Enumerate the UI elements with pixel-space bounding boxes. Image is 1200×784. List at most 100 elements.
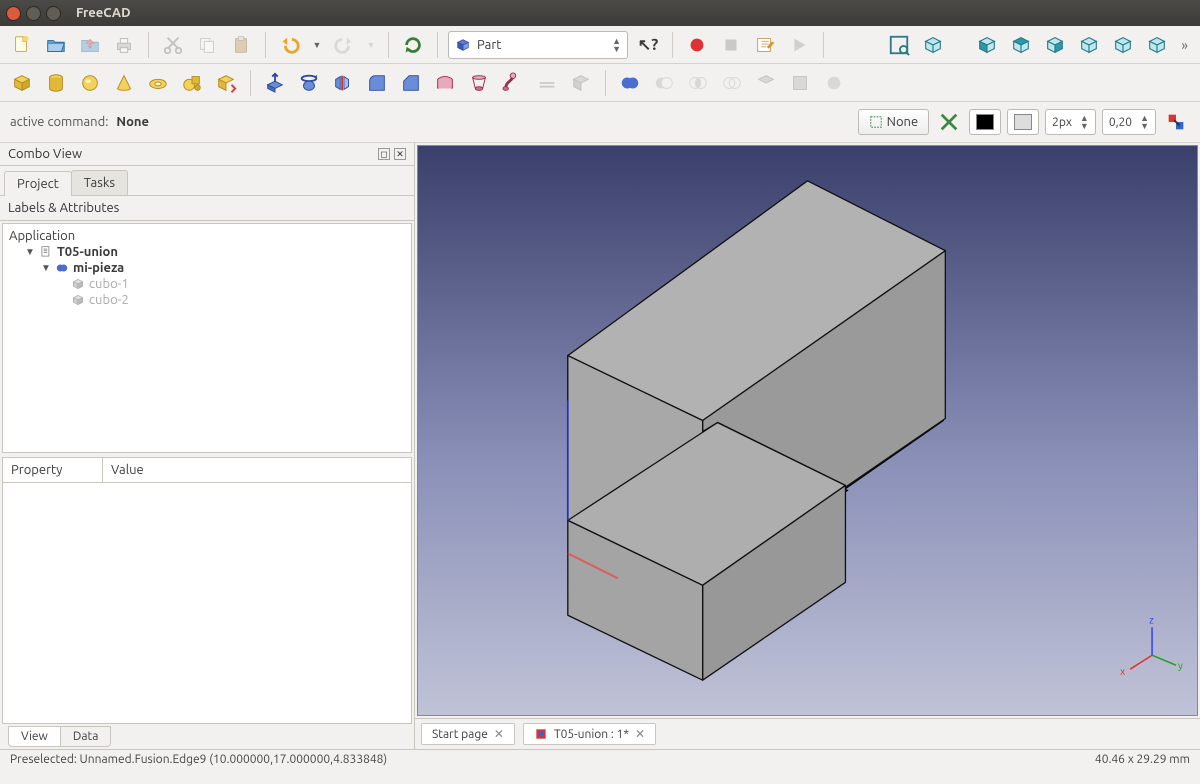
fillet-button[interactable] bbox=[363, 69, 391, 97]
cut-button[interactable] bbox=[159, 31, 187, 59]
chamfer-button[interactable] bbox=[397, 69, 425, 97]
save-button[interactable] bbox=[76, 31, 104, 59]
line-color-swatch[interactable] bbox=[969, 109, 1001, 135]
combo-view-title: Combo View bbox=[8, 147, 82, 161]
macro-edit-button[interactable] bbox=[751, 31, 779, 59]
right-view-button[interactable] bbox=[1041, 31, 1069, 59]
tree-root[interactable]: Application bbox=[9, 228, 407, 244]
toolbar-part bbox=[0, 64, 1200, 102]
svg-text:y: y bbox=[1178, 660, 1183, 671]
macro-run-button[interactable] bbox=[785, 31, 813, 59]
open-button[interactable] bbox=[42, 31, 70, 59]
draft-none-label: None bbox=[887, 115, 919, 129]
boolean-section-button[interactable] bbox=[718, 69, 746, 97]
rear-view-button[interactable] bbox=[1075, 31, 1103, 59]
tab-project[interactable]: Project bbox=[4, 171, 72, 196]
new-document-button[interactable] bbox=[8, 31, 36, 59]
workbench-label: Part bbox=[477, 38, 501, 52]
window-titlebar: FreeCAD bbox=[0, 0, 1200, 26]
font-size-input[interactable]: 0,20▲▼ bbox=[1102, 109, 1156, 135]
revolve-button[interactable] bbox=[295, 69, 323, 97]
tree-fusion[interactable]: ▼ mi-pieza bbox=[41, 260, 407, 276]
dropdown-arrows-icon: ▲▼ bbox=[612, 37, 621, 53]
whats-this-button[interactable]: ↖? bbox=[634, 31, 662, 59]
toolbar-overflow-icon[interactable]: » bbox=[1177, 37, 1192, 53]
panel-close-icon[interactable]: ✕ bbox=[394, 148, 406, 160]
compound-button[interactable] bbox=[752, 69, 780, 97]
tree-expander-icon[interactable]: ▼ bbox=[41, 262, 51, 274]
ruled-surface-button[interactable] bbox=[431, 69, 459, 97]
macro-record-button[interactable] bbox=[683, 31, 711, 59]
boolean-cut-button[interactable] bbox=[650, 69, 678, 97]
part-builder-button[interactable] bbox=[212, 69, 240, 97]
property-col-header[interactable]: Property bbox=[3, 458, 103, 482]
mirror-button[interactable] bbox=[329, 69, 357, 97]
boolean-common-button[interactable] bbox=[684, 69, 712, 97]
tree-cube-2[interactable]: cubo-2 bbox=[57, 292, 407, 308]
active-command-label: active command: bbox=[10, 115, 108, 129]
thickness-button[interactable] bbox=[567, 69, 595, 97]
copy-button[interactable] bbox=[193, 31, 221, 59]
extrude-button[interactable] bbox=[261, 69, 289, 97]
property-table: Property Value bbox=[2, 457, 412, 724]
window-close-icon[interactable] bbox=[6, 6, 21, 21]
toolbar-file: ▼ ▼ Part ▲▼ ↖? » bbox=[0, 26, 1200, 64]
apply-style-button[interactable] bbox=[1162, 108, 1190, 136]
offset-button[interactable] bbox=[533, 69, 561, 97]
part-box-button[interactable] bbox=[8, 69, 36, 97]
refresh-button[interactable] bbox=[399, 31, 427, 59]
window-maximize-icon[interactable] bbox=[46, 6, 61, 21]
axonometric-view-button[interactable] bbox=[919, 31, 947, 59]
undo-menu-button[interactable]: ▼ bbox=[310, 31, 324, 59]
undo-button[interactable] bbox=[276, 31, 304, 59]
close-tab-icon[interactable]: ✕ bbox=[635, 727, 645, 741]
tab-document-view[interactable]: T05-union : 1* ✕ bbox=[523, 723, 656, 745]
part-cone-button[interactable] bbox=[110, 69, 138, 97]
top-view-button[interactable] bbox=[1007, 31, 1035, 59]
bottom-view-button[interactable] bbox=[1109, 31, 1137, 59]
value-col-header[interactable]: Value bbox=[103, 458, 152, 482]
status-bar: Preselected: Unnamed.Fusion.Edge9 (10.00… bbox=[0, 749, 1200, 769]
close-tab-icon[interactable]: ✕ bbox=[494, 727, 504, 741]
panel-float-icon[interactable]: ◻ bbox=[378, 148, 390, 160]
window-minimize-icon[interactable] bbox=[26, 6, 41, 21]
3d-model-render-overlay: z y x bbox=[418, 146, 1197, 715]
tree-cube-1[interactable]: cubo-1 bbox=[57, 276, 407, 292]
mdi-tabs: Start page ✕ T05-union : 1* ✕ bbox=[415, 718, 1200, 749]
model-tree[interactable]: Application ▼ T05-union ▼ mi-pieza cubo-… bbox=[2, 223, 412, 453]
tree-header: Labels & Attributes bbox=[0, 196, 414, 221]
freecad-doc-icon bbox=[534, 727, 548, 741]
macro-stop-button[interactable] bbox=[717, 31, 745, 59]
part-refine-button[interactable] bbox=[820, 69, 848, 97]
active-command-bar: active command: None None 2px▲▼ 0,20▲▼ bbox=[0, 102, 1200, 143]
line-width-input[interactable]: 2px▲▼ bbox=[1045, 109, 1096, 135]
fit-all-button[interactable] bbox=[885, 31, 913, 59]
boolean-fuse-button[interactable] bbox=[616, 69, 644, 97]
workbench-selector[interactable]: Part ▲▼ bbox=[448, 31, 628, 59]
part-sphere-button[interactable] bbox=[76, 69, 104, 97]
cross-sections-button[interactable] bbox=[786, 69, 814, 97]
active-command-value: None bbox=[116, 115, 149, 129]
box-icon bbox=[71, 277, 85, 291]
paste-button[interactable] bbox=[227, 31, 255, 59]
tree-expander-icon[interactable]: ▼ bbox=[25, 246, 35, 258]
redo-button[interactable] bbox=[330, 31, 358, 59]
tree-document[interactable]: ▼ T05-union bbox=[25, 244, 407, 260]
tab-start-page[interactable]: Start page ✕ bbox=[421, 723, 515, 745]
loft-button[interactable] bbox=[465, 69, 493, 97]
print-button[interactable] bbox=[110, 31, 138, 59]
part-cylinder-button[interactable] bbox=[42, 69, 70, 97]
tab-data[interactable]: Data bbox=[60, 726, 112, 747]
sweep-button[interactable] bbox=[499, 69, 527, 97]
front-view-button[interactable] bbox=[973, 31, 1001, 59]
part-torus-button[interactable] bbox=[144, 69, 172, 97]
construction-mode-button[interactable] bbox=[935, 108, 963, 136]
redo-menu-button[interactable]: ▼ bbox=[364, 31, 378, 59]
tab-view[interactable]: View bbox=[8, 726, 61, 747]
draft-style-none-button[interactable]: None bbox=[858, 109, 930, 135]
part-primitives-button[interactable] bbox=[178, 69, 206, 97]
3d-viewport[interactable]: z y x bbox=[417, 145, 1198, 716]
fill-color-swatch[interactable] bbox=[1007, 109, 1039, 135]
left-view-button[interactable] bbox=[1143, 31, 1171, 59]
tab-tasks[interactable]: Tasks bbox=[71, 170, 128, 195]
